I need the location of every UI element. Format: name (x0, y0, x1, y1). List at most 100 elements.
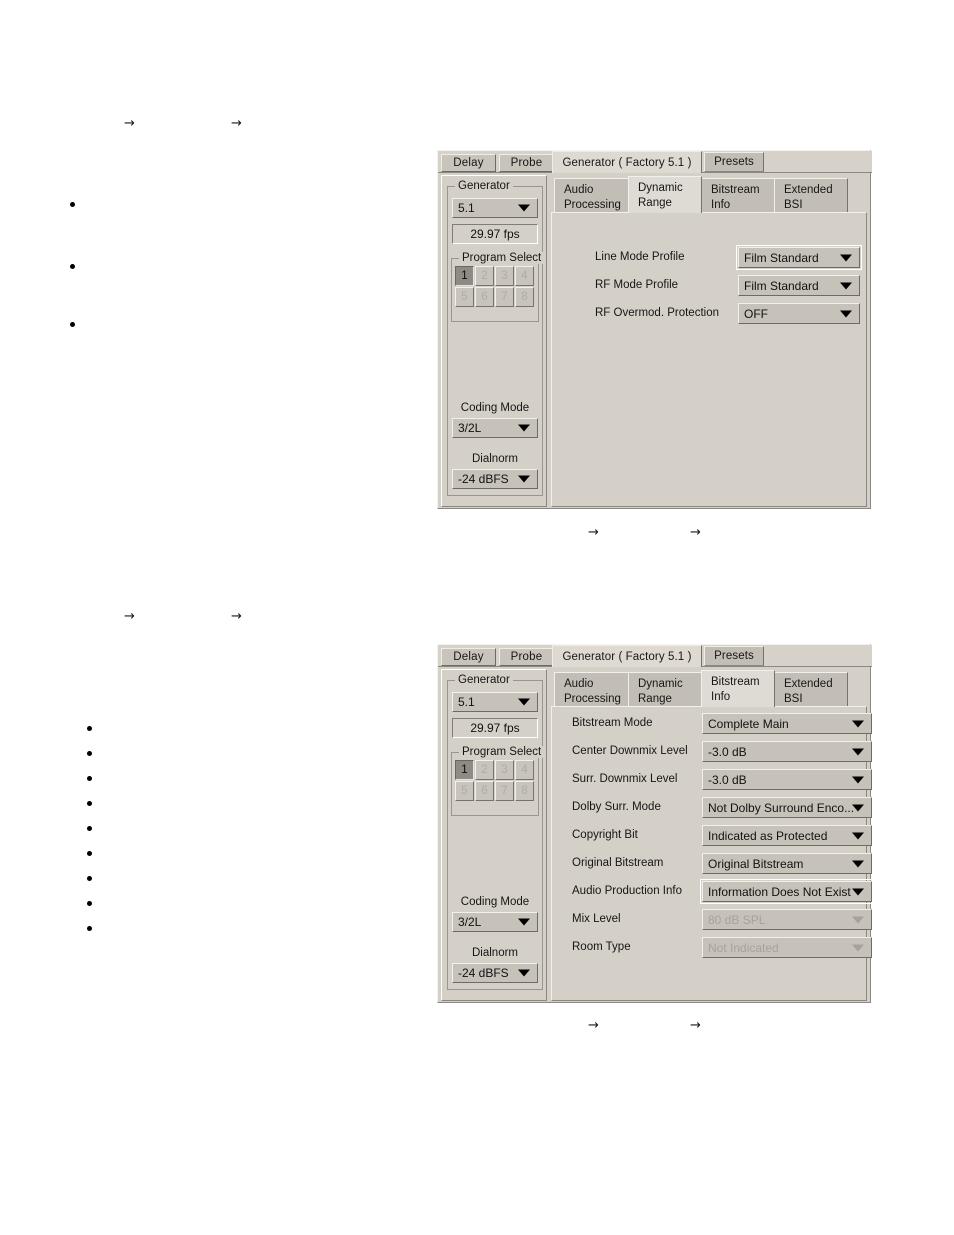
dolby-generator-panel-bitstream-info: Delay Probe Generator ( Factory 5.1 ) Pr… (437, 644, 874, 1003)
field-combo-bitstream-mode[interactable]: Complete Main (702, 713, 872, 734)
field-label-bitstream-mode: Bitstream Mode (572, 717, 653, 729)
list-bullet (70, 322, 75, 327)
sub-tab-extended-bsi[interactable]: Extended BSI (774, 672, 848, 707)
field-label-copyright-bit: Copyright Bit (572, 829, 638, 841)
sub-tab-dynamic-range[interactable]: Dynamic Range (628, 176, 702, 213)
probe-button[interactable]: Probe (499, 154, 554, 172)
chevron-down-icon (852, 832, 864, 839)
list-bullet (87, 926, 92, 931)
chevron-down-icon (852, 776, 864, 783)
chevron-down-icon (852, 748, 864, 755)
list-bullet (87, 801, 92, 806)
sub-tab-label-line1: Extended (784, 678, 833, 690)
sub-tab-extended-bsi[interactable]: Extended BSI (774, 178, 848, 213)
sub-tab-label-line2: Info (711, 691, 731, 703)
field-combo-line-mode-profile[interactable]: Film Standard (736, 245, 862, 270)
sub-tab-bitstream-info[interactable]: Bitstream Info (701, 178, 775, 213)
sub-tab-audio-processing[interactable]: Audio Processing (554, 178, 629, 213)
dialnorm-combo[interactable]: -24 dBFS (452, 963, 538, 983)
coding-mode-combo[interactable]: 3/2L (452, 418, 538, 438)
program-select-button-2[interactable]: 2 (475, 760, 494, 780)
list-bullet (70, 202, 75, 207)
dialnorm-combo[interactable]: -24 dBFS (452, 469, 538, 489)
chevron-down-icon (852, 804, 864, 811)
sub-tab-label-line1: Audio (564, 184, 594, 196)
list-bullet (87, 876, 92, 881)
list-bullet (87, 901, 92, 906)
sub-tab-label-line1: Bitstream (711, 184, 760, 196)
program-select-button-3[interactable]: 3 (495, 760, 514, 780)
program-select-group-title: Program Select (459, 252, 545, 264)
delay-button[interactable]: Delay (441, 154, 496, 172)
generator-group-title: Generator (455, 674, 513, 686)
program-select-button-8[interactable]: 8 (515, 287, 534, 307)
panel-one-surface: Delay Probe Generator ( Factory 5.1 ) Pr… (438, 151, 872, 508)
tab-presets[interactable]: Presets (704, 646, 764, 666)
sub-tab-label-line2: BSI (784, 693, 803, 705)
program-select-button-4[interactable]: 4 (515, 266, 534, 286)
chevron-down-icon (518, 424, 530, 432)
list-bullet (87, 751, 92, 756)
chevron-down-icon (852, 888, 864, 895)
field-combo-audio-production-info[interactable]: Information Does Not Exist (700, 879, 874, 904)
program-select-button-6[interactable]: 6 (475, 781, 494, 801)
program-select-group-title: Program Select (459, 746, 545, 758)
field-combo-dolby-surr-mode[interactable]: Not Dolby Surround Enco... (702, 797, 872, 818)
field-label-rf-mode-profile: RF Mode Profile (595, 279, 679, 291)
sub-tab-audio-processing[interactable]: Audio Processing (554, 672, 629, 707)
program-select-button-7[interactable]: 7 (495, 287, 514, 307)
tab-presets[interactable]: Presets (704, 152, 764, 172)
dialnorm-label: Dialnorm (471, 453, 518, 465)
field-combo-rf-mode-profile[interactable]: Film Standard (738, 275, 860, 296)
program-select-button-8[interactable]: 8 (515, 781, 534, 801)
program-select-button-1[interactable]: 1 (455, 266, 474, 286)
panel-two-surface: Delay Probe Generator ( Factory 5.1 ) Pr… (438, 645, 874, 1002)
field-label-audio-production-info: Audio Production Info (572, 885, 682, 897)
dolby-generator-panel-dynamic-range: Delay Probe Generator ( Factory 5.1 ) Pr… (437, 150, 872, 509)
chevron-down-icon (518, 475, 530, 483)
generator-format-combo[interactable]: 5.1 (452, 198, 538, 218)
program-select-button-5[interactable]: 5 (455, 287, 474, 307)
coding-mode-combo[interactable]: 3/2L (452, 912, 538, 932)
chevron-down-icon (852, 944, 864, 951)
program-select-button-6[interactable]: 6 (475, 287, 494, 307)
field-combo-rf-overmod-protection[interactable]: OFF (738, 303, 860, 324)
sub-tab-bitstream-info[interactable]: Bitstream Info (701, 670, 775, 707)
delay-button[interactable]: Delay (441, 648, 496, 666)
program-select-button-3[interactable]: 3 (495, 266, 514, 286)
caption-arrow-icon: → (690, 1018, 701, 1033)
sub-tab-dynamic-range[interactable]: Dynamic Range (628, 672, 702, 707)
tab-generator[interactable]: Generator ( Factory 5.1 ) (552, 645, 702, 667)
tab-generator[interactable]: Generator ( Factory 5.1 ) (552, 151, 702, 173)
chevron-down-icon (518, 698, 530, 706)
sub-tab-label-line1: Dynamic (638, 182, 683, 194)
generator-format-combo[interactable]: 5.1 (452, 692, 538, 712)
list-bullet (87, 776, 92, 781)
sub-tab-label-line1: Extended (784, 184, 833, 196)
probe-button[interactable]: Probe (499, 648, 554, 666)
chevron-down-icon (518, 918, 530, 926)
panel-one-left-column: Generator 5.1 29.97 fps Program Select 1… (441, 175, 547, 507)
field-combo-original-bitstream[interactable]: Original Bitstream (702, 853, 872, 874)
field-combo-copyright-bit[interactable]: Indicated as Protected (702, 825, 872, 846)
sub-tab-label-line2: Range (638, 693, 672, 705)
sub-tab-label-line1: Bitstream (711, 676, 760, 688)
program-select-button-7[interactable]: 7 (495, 781, 514, 801)
program-select-button-2[interactable]: 2 (475, 266, 494, 286)
panel-one-top-row: Delay Probe Generator ( Factory 5.1 ) Pr… (438, 151, 872, 173)
caption-arrow-icon: → (690, 525, 701, 540)
field-combo-surr-downmix-level[interactable]: -3.0 dB (702, 769, 872, 790)
panel-two-top-row: Delay Probe Generator ( Factory 5.1 ) Pr… (438, 645, 872, 667)
list-bullet (70, 264, 75, 269)
program-select-button-4[interactable]: 4 (515, 760, 534, 780)
field-label-mix-level: Mix Level (572, 913, 621, 925)
field-combo-room-type: Not Indicated (702, 937, 872, 958)
sub-tab-label-line1: Dynamic (638, 678, 683, 690)
program-select-button-5[interactable]: 5 (455, 781, 474, 801)
field-combo-center-downmix-level[interactable]: -3.0 dB (702, 741, 872, 762)
list-bullet (87, 826, 92, 831)
chevron-down-icon (852, 860, 864, 867)
program-select-button-1[interactable]: 1 (455, 760, 474, 780)
chevron-down-icon (840, 282, 852, 289)
chevron-down-icon (852, 720, 864, 727)
